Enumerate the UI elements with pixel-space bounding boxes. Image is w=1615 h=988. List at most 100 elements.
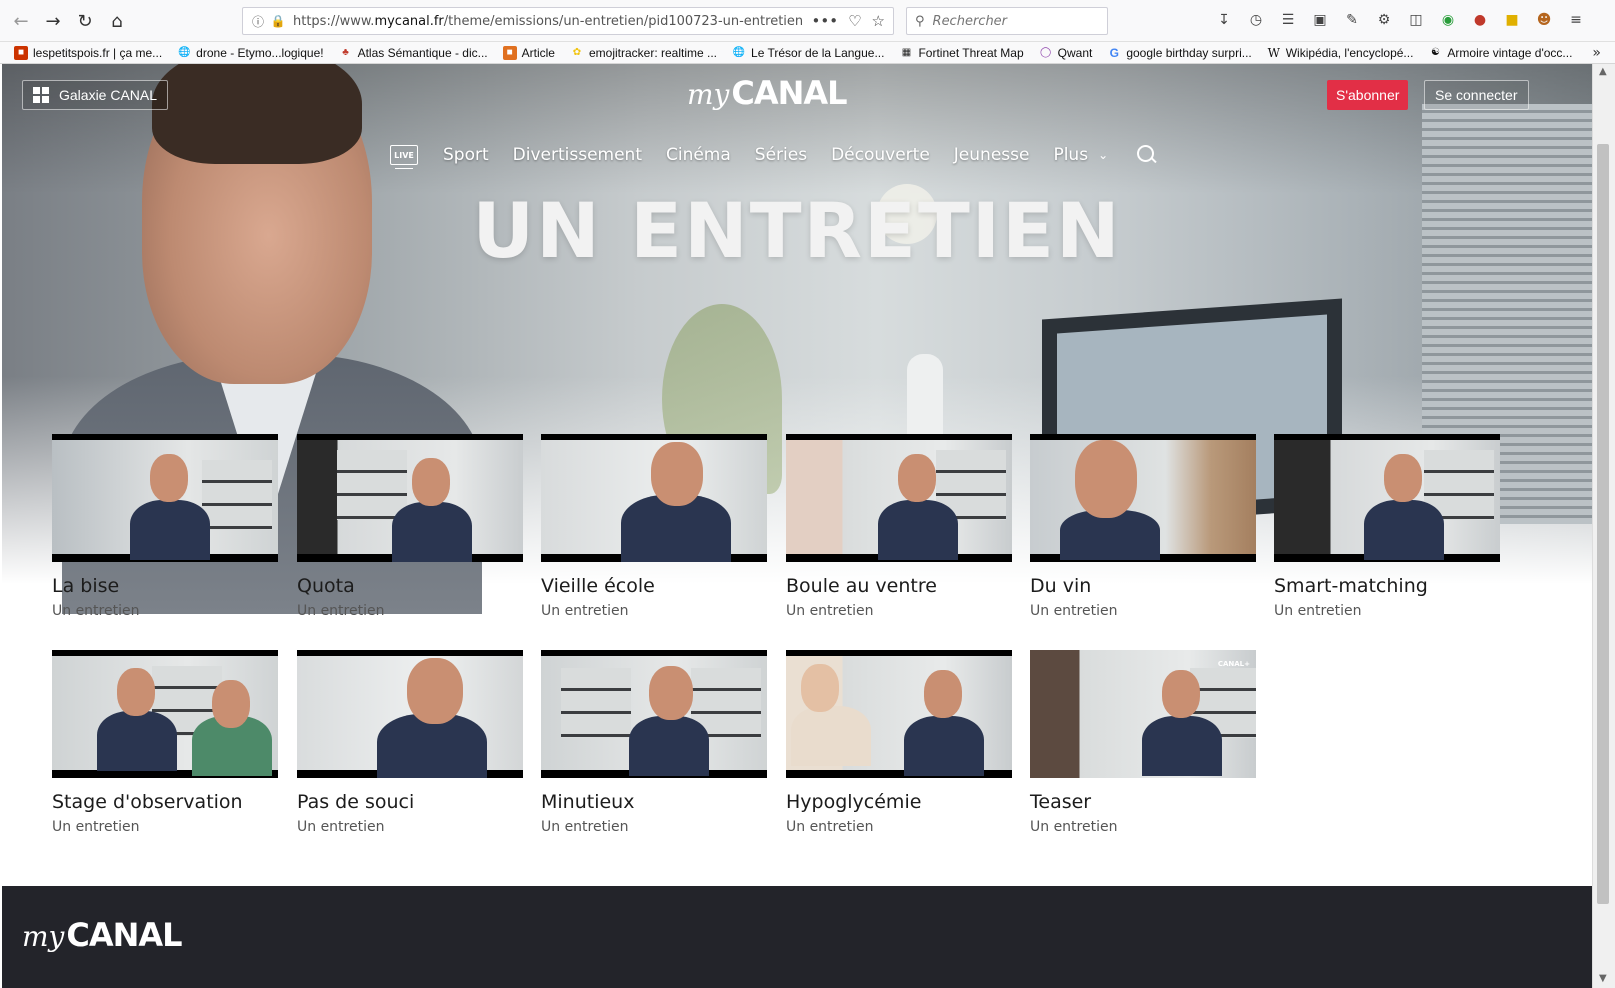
history-icon[interactable]: ◷: [1247, 10, 1265, 30]
back-icon[interactable]: ←: [8, 8, 34, 34]
episode-title[interactable]: Minutieux: [541, 791, 767, 813]
page-scrollbar[interactable]: ▲ ▼: [1592, 64, 1615, 988]
episode-card[interactable]: Boule au ventre Un entretien: [786, 434, 1012, 619]
screenshot-icon[interactable]: ▣: [1311, 10, 1329, 30]
mycanal-logo[interactable]: my CANAL: [687, 74, 848, 112]
info-icon[interactable]: ⓘ: [249, 12, 267, 30]
episode-card[interactable]: Pas de souci Un entretien: [297, 650, 523, 835]
episode-thumbnail[interactable]: [1274, 434, 1500, 562]
episode-thumbnail[interactable]: [52, 434, 278, 562]
search-icon[interactable]: [1136, 144, 1158, 166]
pocket-icon[interactable]: ♡: [848, 12, 861, 30]
galaxie-label: Galaxie CANAL: [59, 87, 158, 103]
episode-thumbnail[interactable]: [786, 650, 1012, 778]
extension-avatar-icon[interactable]: ☻: [1535, 10, 1553, 30]
extension-gear-icon[interactable]: ⚙: [1375, 10, 1393, 30]
bookmark-item[interactable]: ◯ Qwant: [1039, 46, 1092, 60]
nav-sport[interactable]: Sport: [443, 145, 489, 165]
bookmark-label: google birthday surpri...: [1126, 45, 1252, 60]
bookmark-label: emojitracker: realtime ...: [588, 45, 718, 60]
episode-title[interactable]: Quota: [297, 575, 523, 597]
episode-thumbnail[interactable]: [297, 434, 523, 562]
thumbnail-shelf: [561, 668, 631, 738]
library-icon[interactable]: ☰: [1279, 10, 1297, 30]
bookmark-item[interactable]: ✿ emojitracker: realtime ...: [570, 46, 717, 60]
bookmark-item[interactable]: ☯ Armoire vintage d'occ...: [1428, 46, 1573, 60]
globe-icon: 🌐: [732, 47, 746, 58]
nav-cinema[interactable]: Cinéma: [666, 145, 731, 165]
nav-plus[interactable]: Plus: [1053, 145, 1088, 165]
extension-lock-icon[interactable]: ■: [1503, 10, 1521, 30]
page-actions-icon[interactable]: •••: [812, 12, 839, 30]
episode-title[interactable]: Du vin: [1030, 575, 1256, 597]
nav-decouverte[interactable]: Découverte: [831, 145, 930, 165]
episode-thumbnail[interactable]: [541, 650, 767, 778]
extension-globe-icon[interactable]: ◉: [1439, 10, 1457, 30]
galaxie-canal-button[interactable]: Galaxie CANAL: [22, 80, 169, 110]
url-text[interactable]: https://www.mycanal.fr/theme/emissions/u…: [293, 14, 812, 29]
episode-card[interactable]: Vieille école Un entretien: [541, 434, 767, 619]
episode-card[interactable]: Du vin Un entretien: [1030, 434, 1256, 619]
episode-card[interactable]: Quota Un entretien: [297, 434, 523, 619]
bookmark-item[interactable]: W Wikipédia, l'encyclopé...: [1267, 46, 1414, 60]
bookmark-item[interactable]: ♣ Atlas Sémantique - dic...: [339, 46, 487, 60]
subscribe-button[interactable]: S'abonner: [1327, 80, 1409, 110]
nav-divertissement[interactable]: Divertissement: [513, 145, 642, 165]
extension-pen-icon[interactable]: ✎: [1343, 10, 1361, 30]
episode-card[interactable]: Hypoglycémie Un entretien: [786, 650, 1012, 835]
episode-card[interactable]: Stage d'observation Un entretien: [52, 650, 278, 835]
episode-title[interactable]: Hypoglycémie: [786, 791, 1012, 813]
forward-icon[interactable]: →: [40, 8, 66, 34]
episode-card[interactable]: Minutieux Un entretien: [541, 650, 767, 835]
bookmark-star-icon[interactable]: ☆: [872, 12, 885, 30]
browser-search-bar[interactable]: ⚲: [906, 7, 1108, 35]
download-icon[interactable]: ↧: [1215, 10, 1233, 30]
live-tv-icon[interactable]: LIVE: [390, 145, 418, 169]
scroll-up-icon[interactable]: ▲: [1599, 66, 1607, 77]
episode-card[interactable]: La bise Un entretien: [52, 434, 278, 619]
grid-icon: [33, 87, 49, 103]
nav-jeunesse[interactable]: Jeunesse: [954, 145, 1030, 165]
episode-card[interactable]: Smart-matching Un entretien: [1274, 434, 1500, 619]
episode-thumbnail[interactable]: [1030, 434, 1256, 562]
extension-circles-icon[interactable]: ●: [1471, 10, 1489, 30]
episode-thumbnail[interactable]: [541, 434, 767, 562]
footer-logo[interactable]: my CANAL: [22, 916, 183, 954]
episode-thumbnail[interactable]: CANAL+: [1030, 650, 1256, 778]
bookmark-item[interactable]: ■ lespetitspois.fr | ça me...: [14, 45, 162, 60]
thumbnail-figure: [629, 716, 709, 776]
browser-search-input[interactable]: [930, 12, 1101, 30]
nav-series[interactable]: Séries: [755, 145, 807, 165]
canal-plus-badge: CANAL+: [1217, 660, 1250, 668]
bookmark-item[interactable]: 🌐 drone - Etymo...logique!: [177, 46, 324, 60]
url-bar[interactable]: ⓘ 🔒 https://www.mycanal.fr/theme/emissio…: [242, 7, 894, 35]
bookmark-item[interactable]: 🌐 Le Trésor de la Langue...: [732, 46, 885, 60]
menu-hamburger-icon[interactable]: ≡: [1567, 10, 1585, 30]
bookmark-item[interactable]: ■ Article: [502, 45, 555, 60]
episode-thumbnail[interactable]: [786, 434, 1012, 562]
login-button[interactable]: Se connecter: [1424, 80, 1529, 110]
episode-title[interactable]: Teaser: [1030, 791, 1256, 813]
episode-title[interactable]: Smart-matching: [1274, 575, 1500, 597]
episode-title[interactable]: La bise: [52, 575, 278, 597]
episode-subtitle: Un entretien: [786, 603, 874, 619]
lock-warning-icon[interactable]: 🔒: [269, 12, 287, 30]
chevron-down-icon[interactable]: ⌄: [1098, 148, 1108, 162]
bookmark-item[interactable]: ▦ Fortinet Threat Map: [899, 46, 1024, 60]
scrollbar-thumb[interactable]: [1597, 144, 1609, 904]
episode-title[interactable]: Boule au ventre: [786, 575, 1012, 597]
thumbnail-image: [52, 656, 278, 776]
episode-title[interactable]: Stage d'observation: [52, 791, 278, 813]
bookmark-item[interactable]: Ggoogle birthday surpri...: [1107, 45, 1252, 60]
scroll-down-icon[interactable]: ▼: [1599, 973, 1607, 984]
home-icon[interactable]: ⌂: [104, 8, 130, 34]
bookmark-label: Wikipédia, l'encyclopé...: [1285, 45, 1414, 60]
episode-thumbnail[interactable]: [52, 650, 278, 778]
sidebar-icon[interactable]: ◫: [1407, 10, 1425, 30]
episode-card[interactable]: CANAL+ Teaser Un entretien: [1030, 650, 1256, 835]
episode-thumbnail[interactable]: [297, 650, 523, 778]
reload-icon[interactable]: ↻: [72, 8, 98, 34]
bookmarks-overflow-icon[interactable]: »: [1592, 42, 1601, 64]
episode-title[interactable]: Vieille école: [541, 575, 767, 597]
episode-title[interactable]: Pas de souci: [297, 791, 523, 813]
